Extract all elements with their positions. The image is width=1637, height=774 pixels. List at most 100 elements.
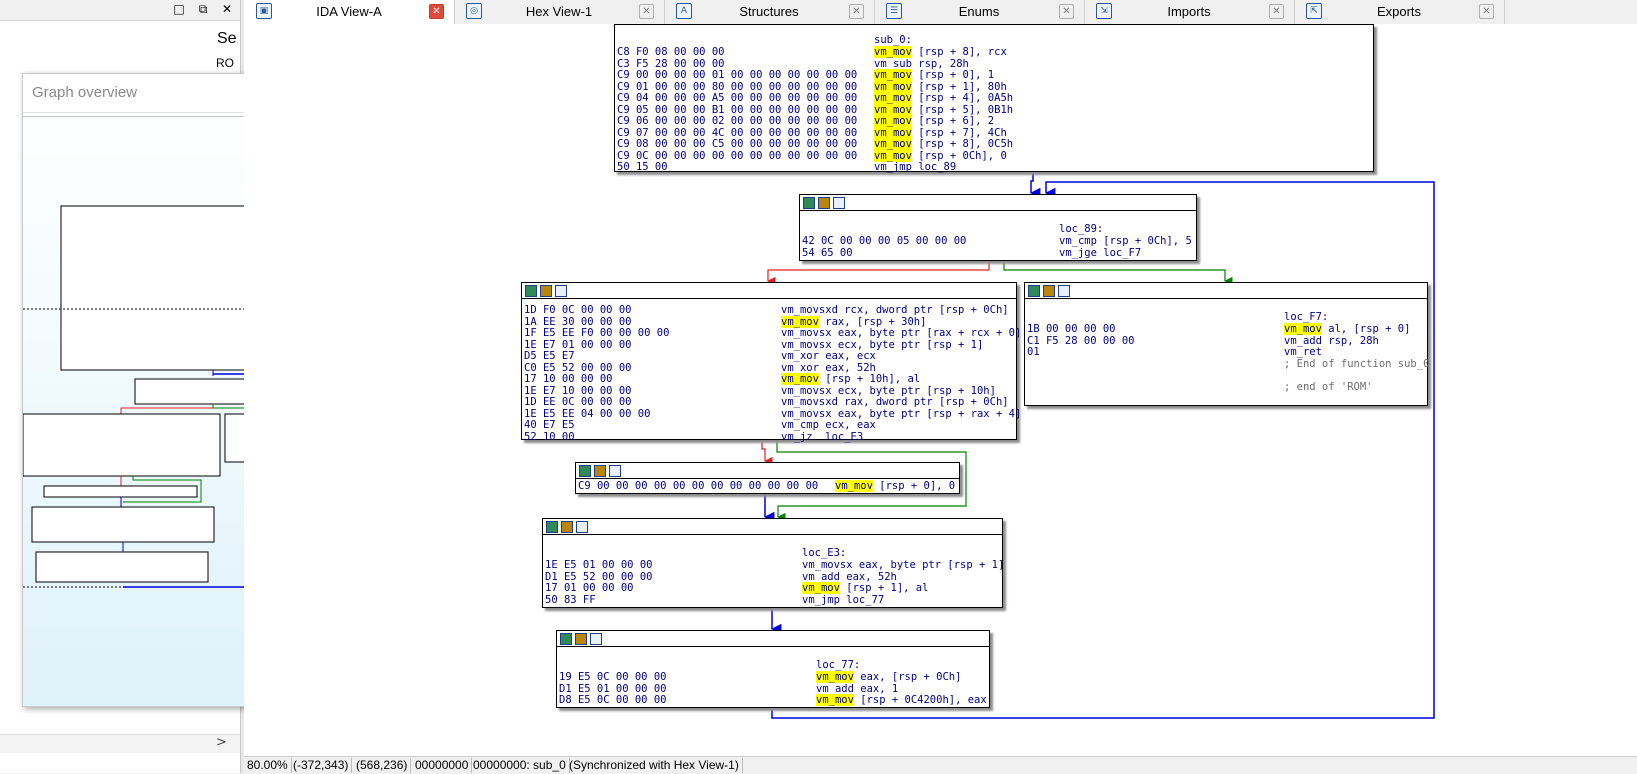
instruction-operands[interactable]: ecx, eax [819, 419, 876, 431]
instruction-mnemonic[interactable]: vm_movsx [781, 327, 832, 339]
tab-enums[interactable]: ☰ Enums ✕ [874, 0, 1085, 24]
instruction-mnemonic[interactable]: vm_mov [781, 373, 819, 385]
instruction-mnemonic[interactable]: vm_movsx [802, 559, 853, 571]
instruction-operands[interactable]: [rsp + 0], 0 [873, 480, 955, 492]
instruction-operands[interactable]: ecx, byte ptr [rsp + 10h] [832, 385, 996, 397]
instruction-mnemonic[interactable]: vm_mov [874, 80, 912, 93]
instruction-operands[interactable]: [rsp + 10h], al [819, 373, 920, 385]
instruction-mnemonic[interactable]: vm_xor [781, 350, 819, 362]
instruction-operands[interactable]: al, [rsp + 0] [1322, 323, 1410, 335]
node-color-icon[interactable] [546, 521, 558, 533]
instruction-mnemonic[interactable]: vm_movsxd [781, 396, 838, 408]
instruction-mnemonic[interactable]: vm_mov [874, 92, 912, 104]
instruction-mnemonic[interactable]: vm_mov [835, 480, 873, 492]
instruction-operands[interactable]: [rsp + 6], 2 [912, 115, 994, 127]
instruction-operands[interactable]: loc_E3 [813, 431, 863, 443]
instruction-line[interactable]: vm_jmp loc_89 [874, 161, 956, 174]
instruction-operands[interactable]: [rsp + 0Ch], 0 [912, 150, 1007, 162]
instruction-operands[interactable]: [rsp + 7], 4Ch [912, 127, 1007, 139]
node-rename-icon[interactable] [818, 197, 830, 209]
instruction-mnemonic[interactable]: vm_mov [874, 138, 912, 150]
instruction-operands[interactable]: [rsp + 0Ch], 5 [1097, 235, 1192, 247]
instruction-mnemonic[interactable]: vm_cmp [781, 419, 819, 431]
left-column-header[interactable]: Se [217, 30, 237, 48]
instruction-operands[interactable]: eax, 1 [854, 683, 898, 695]
tab-hex-view-1[interactable]: ◎ Hex View-1 ✕ [454, 0, 665, 24]
instruction-mnemonic[interactable]: vm_jz [781, 431, 813, 443]
instruction-line[interactable]: vm_jge loc_F7 [1059, 247, 1141, 260]
instruction-operands[interactable]: [rsp + 8], rcx [912, 46, 1007, 58]
instruction-line[interactable]: vm_mov [rsp + 0C4200h], eax [816, 694, 987, 707]
graph-node-block-b[interactable]: C9 00 00 00 00 00 00 00 00 00 00 00 00 vm… [575, 462, 960, 494]
graph-node-block-a[interactable]: 1D F0 0C 00 00 00 vm_movsxd rcx, dword pt… [521, 282, 1021, 442]
instruction-operands[interactable]: eax, 52h [819, 362, 876, 374]
instruction-operands[interactable]: [rsp + 0], 1 [912, 69, 994, 81]
tab-exports[interactable]: ⇱ Exports ✕ [1294, 0, 1505, 24]
node-color-icon[interactable] [525, 285, 537, 297]
node-rename-icon[interactable] [561, 521, 573, 533]
tab-imports[interactable]: ⇲ Imports ✕ [1084, 0, 1295, 24]
instruction-mnemonic[interactable]: vm_cmp [1059, 235, 1097, 247]
node-group-icon[interactable] [833, 197, 845, 209]
instruction-operands[interactable]: eax, [rsp + 0Ch] [854, 671, 961, 683]
instruction-operands[interactable]: rax, [rsp + 30h] [819, 316, 926, 328]
instruction-operands[interactable]: [rsp + 1], al [840, 582, 928, 594]
maximize-icon[interactable]: □ [170, 1, 188, 17]
instruction-mnemonic[interactable]: vm_mov [816, 671, 854, 683]
node-rename-icon[interactable] [1043, 285, 1055, 297]
node-color-icon[interactable] [560, 633, 572, 645]
node-rename-icon[interactable] [575, 633, 587, 645]
instruction-operands[interactable]: ecx, byte ptr [rsp + 1] [832, 339, 983, 351]
left-row-value[interactable]: RO [216, 56, 234, 70]
close-icon[interactable]: ✕ [218, 1, 236, 17]
instruction-mnemonic[interactable]: vm_jge [1059, 247, 1097, 259]
node-rename-icon[interactable] [540, 285, 552, 297]
instruction-mnemonic[interactable]: vm_add [816, 683, 854, 695]
instruction-operands[interactable]: eax, ecx [819, 350, 876, 362]
instruction-mnemonic[interactable]: vm_add [802, 571, 840, 583]
graph-node-loc-E3[interactable]: loc_E3: 1E E5 01 00 00 00 vm_movsx eax, by… [542, 518, 1004, 608]
instruction-mnemonic[interactable]: vm_mov [874, 149, 912, 162]
instruction-operands[interactable]: [rsp + 0C4200h], eax [854, 694, 986, 706]
tab-close-icon[interactable]: ✕ [1269, 4, 1284, 19]
instruction-mnemonic[interactable]: vm_mov [874, 115, 912, 127]
tab-close-icon[interactable]: ✕ [429, 4, 444, 19]
instruction-operands[interactable]: eax, byte ptr [rsp + 1] [853, 559, 1004, 571]
instruction-line[interactable]: vm_jz loc_E3 [781, 431, 863, 444]
instruction-mnemonic[interactable]: vm_mov [874, 126, 912, 139]
instruction-operands[interactable]: eax, 52h [840, 571, 897, 583]
node-color-icon[interactable] [579, 465, 591, 477]
instruction-line[interactable]: vm_jmp loc_77 [802, 594, 884, 607]
instruction-operands[interactable]: [rsp + 8], 0C5h [912, 138, 1013, 150]
tab-close-icon[interactable]: ✕ [639, 4, 654, 19]
instruction-mnemonic[interactable]: vm_movsx [781, 339, 832, 351]
node-group-icon[interactable] [590, 633, 602, 645]
node-group-icon[interactable] [609, 465, 621, 477]
instruction-operands[interactable]: loc_F7 [1097, 247, 1141, 259]
tab-ida-view-a[interactable]: ▣ IDA View-A ✕ [244, 0, 455, 24]
instruction-operands[interactable]: rsp, 28h [912, 58, 969, 70]
instruction-operands[interactable]: rcx, dword ptr [rsp + 0Ch] [838, 304, 1008, 316]
restore-icon[interactable]: ⧉ [194, 1, 212, 17]
instruction-mnemonic[interactable]: vm_movsx [781, 408, 832, 420]
instruction-operands[interactable]: [rsp + 4], 0A5h [912, 92, 1013, 104]
node-color-icon[interactable] [803, 197, 815, 209]
tab-structures[interactable]: A Structures ✕ [664, 0, 875, 24]
instruction-mnemonic[interactable]: vm_mov [802, 582, 840, 594]
instruction-mnemonic[interactable]: vm_mov [816, 694, 854, 706]
instruction-mnemonic[interactable]: vm_mov [874, 103, 912, 116]
tab-close-icon[interactable]: ✕ [1479, 4, 1494, 19]
node-rename-icon[interactable] [594, 465, 606, 477]
node-color-icon[interactable] [1028, 285, 1040, 297]
instruction-operands[interactable]: loc_77 [840, 594, 884, 606]
left-horizontal-scrollbar[interactable]: > [0, 734, 240, 753]
instruction-mnemonic[interactable]: vm_xor [781, 362, 819, 374]
instruction-operands[interactable]: [rsp + 1], 80h [912, 81, 1007, 93]
instruction-mnemonic[interactable]: vm_mov [874, 46, 912, 58]
instruction-line[interactable]: vm_mov [rsp + 0], 0 [835, 480, 955, 493]
instruction-operands[interactable]: [rsp + 5], 0B1h [912, 104, 1013, 116]
instruction-mnemonic[interactable]: vm_ret [1284, 346, 1322, 358]
instruction-mnemonic[interactable]: vm_movsx [781, 385, 832, 397]
instruction-mnemonic[interactable]: vm_mov [781, 315, 819, 328]
tab-close-icon[interactable]: ✕ [1059, 4, 1074, 19]
